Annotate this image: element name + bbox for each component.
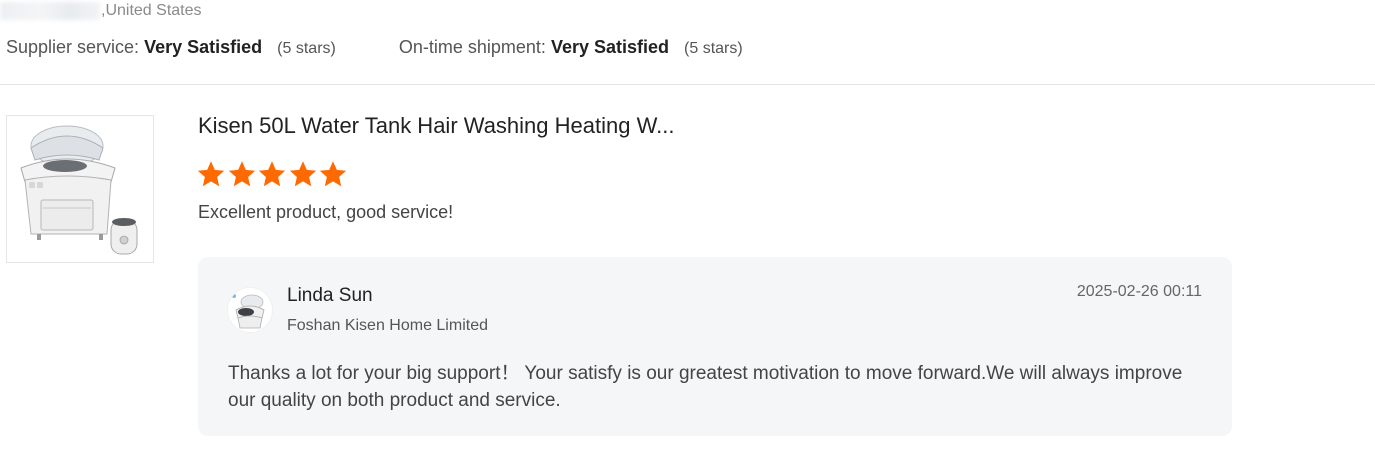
- reviewer-location: ,United States: [101, 2, 202, 19]
- reply-message: Thanks a lot for your big support！ Your …: [228, 363, 1183, 411]
- review-text: Excellent product, good service!: [198, 202, 454, 222]
- supplier-service-rating: Supplier service: Very Satisfied (5 star…: [6, 37, 336, 58]
- reply-timestamp: 2025-02-26 00:11: [1076, 283, 1202, 300]
- on-time-shipment-rating: On-time shipment: Very Satisfied (5 star…: [399, 37, 743, 58]
- product-star-rating: [196, 159, 349, 189]
- supplier-avatar: [227, 287, 273, 333]
- product-title-link[interactable]: Kisen 50L Water Tank Hair Washing Heatin…: [198, 113, 674, 139]
- rating-stars-text: (5 stars): [277, 40, 336, 57]
- section-divider: [0, 84, 1375, 85]
- star-icon: [228, 161, 255, 187]
- rating-label: Supplier service:: [6, 37, 140, 57]
- reviewer-name-redacted: [0, 2, 100, 20]
- reply-author-name: Linda Sun: [287, 285, 373, 306]
- rating-value: Very Satisfied: [550, 37, 670, 57]
- shampoo-chair-icon: [228, 288, 272, 332]
- star-icon: [197, 161, 225, 187]
- product-thumbnail[interactable]: [6, 115, 154, 263]
- rating-label: On-time shipment:: [398, 37, 546, 57]
- shampoo-chair-icon: [20, 125, 138, 255]
- star-icon: [289, 161, 316, 187]
- supplier-ratings: Supplier service: Very Satisfied (5 star…: [6, 37, 743, 58]
- rating-stars-text: (5 stars): [684, 40, 743, 57]
- star-icon: [319, 161, 347, 187]
- star-icon: [258, 161, 286, 187]
- rating-value: Very Satisfied: [144, 37, 263, 57]
- reply-company-name: Foshan Kisen Home Limited: [287, 317, 488, 334]
- supplier-reply: Linda Sun Foshan Kisen Home Limited 2025…: [198, 257, 1232, 436]
